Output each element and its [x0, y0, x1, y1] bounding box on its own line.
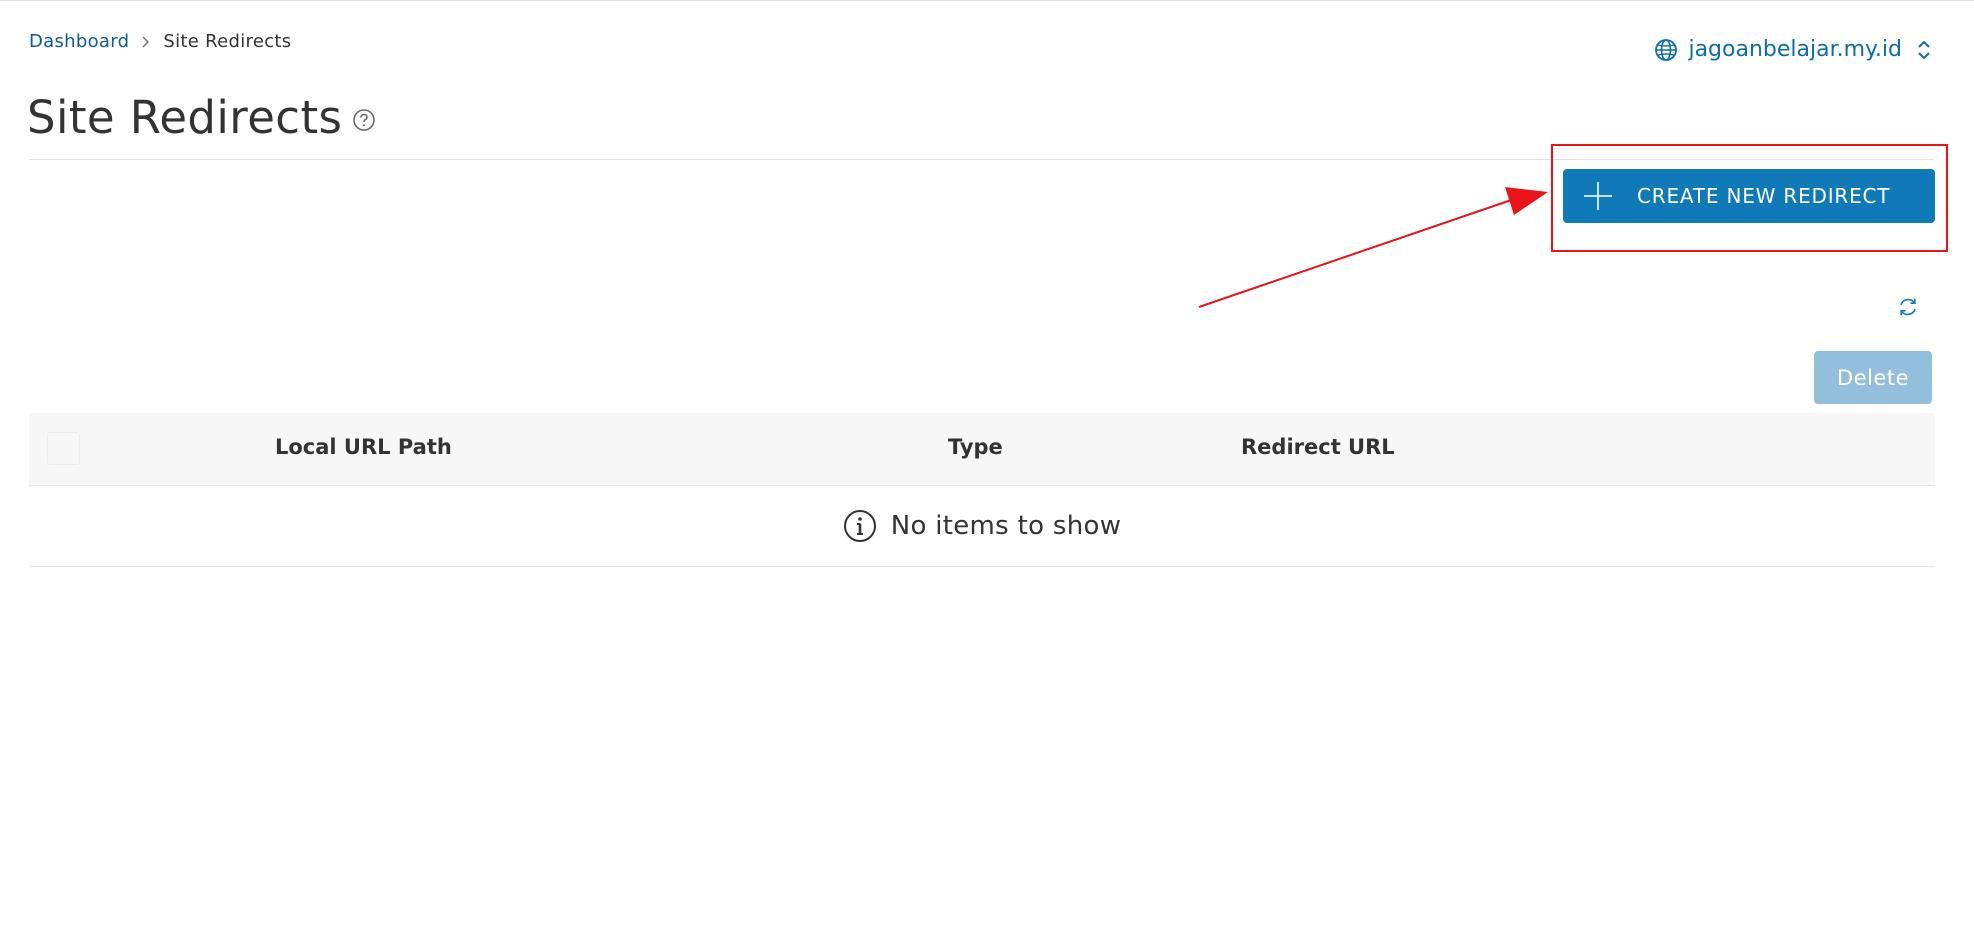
create-new-redirect-button[interactable]: CREATE NEW REDIRECT — [1563, 169, 1935, 223]
empty-state-message: No items to show — [890, 511, 1122, 541]
breadcrumb-current: Site Redirects — [163, 31, 292, 52]
empty-state-row: No items to show — [29, 486, 1935, 567]
breadcrumb-dashboard-link[interactable]: Dashboard — [29, 31, 129, 52]
table-header: Local URL Path Type Redirect URL — [29, 413, 1935, 486]
globe-icon — [1655, 38, 1678, 61]
column-header-redirect-url[interactable]: Redirect URL — [1241, 435, 1395, 459]
help-icon[interactable] — [352, 108, 376, 132]
refresh-icon[interactable] — [1897, 296, 1919, 318]
chevron-right-icon — [142, 35, 150, 48]
page-title-row: Site Redirects — [27, 91, 376, 144]
column-header-type[interactable]: Type — [948, 435, 1003, 459]
column-header-local-url-path[interactable]: Local URL Path — [275, 435, 452, 459]
page: Dashboard Site Redirects jagoanbelajar.m… — [0, 0, 1974, 926]
info-icon — [843, 510, 876, 542]
create-new-redirect-label: CREATE NEW REDIRECT — [1637, 184, 1891, 208]
site-domain: jagoanbelajar.my.id — [1688, 37, 1902, 62]
page-title: Site Redirects — [27, 91, 343, 144]
chevron-up-down-icon — [1918, 40, 1930, 59]
site-selector[interactable]: jagoanbelajar.my.id — [1654, 37, 1932, 62]
select-all-checkbox[interactable] — [47, 432, 80, 465]
delete-button[interactable]: Delete — [1814, 351, 1932, 404]
redirects-table: Local URL Path Type Redirect URL No item… — [29, 413, 1935, 567]
plus-icon — [1584, 182, 1612, 210]
breadcrumb: Dashboard Site Redirects — [29, 31, 291, 52]
